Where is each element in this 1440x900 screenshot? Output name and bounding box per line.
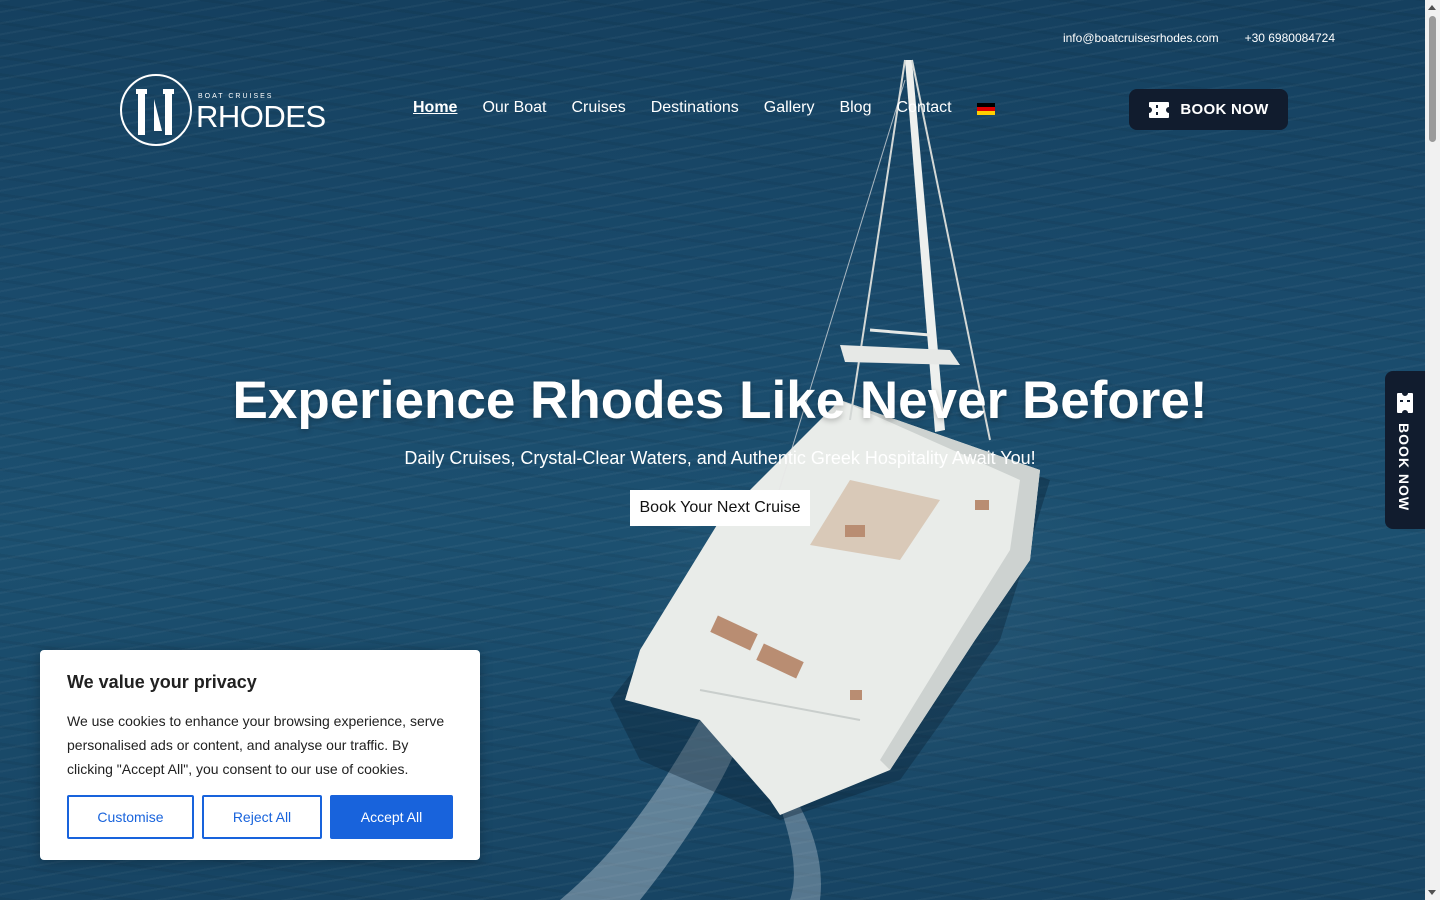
german-flag-icon[interactable] <box>976 103 995 115</box>
reject-all-button[interactable]: Reject All <box>202 795 322 839</box>
cookie-consent-banner: We value your privacy We use cookies to … <box>40 650 480 860</box>
nav-blog[interactable]: Blog <box>839 99 871 117</box>
logo-emblem <box>120 74 192 146</box>
cookie-body: We use cookies to enhance your browsing … <box>67 713 445 777</box>
customise-button[interactable]: Customise <box>67 795 194 839</box>
ticket-icon <box>1397 393 1413 413</box>
ticket-icon <box>1149 101 1170 118</box>
side-book-now-tab[interactable]: BOOK NOW <box>1385 371 1425 529</box>
side-book-label: BOOK NOW <box>1396 423 1412 512</box>
hero-title: Experience Rhodes Like Never Before! <box>232 371 1208 430</box>
phone-link[interactable]: +30 6980084724 <box>1245 31 1335 45</box>
cookie-actions: Customise Reject All Accept All <box>67 795 453 839</box>
book-cruise-button[interactable]: Book Your Next Cruise <box>630 490 810 526</box>
scroll-down-arrow-icon[interactable] <box>1428 890 1436 895</box>
cookie-title: We value your privacy <box>67 672 257 692</box>
scroll-thumb[interactable] <box>1429 16 1436 142</box>
site-logo[interactable]: BOAT CRUISES RHODES <box>120 74 326 146</box>
nav-contact[interactable]: Contact <box>896 99 951 117</box>
accept-all-button[interactable]: Accept All <box>330 795 453 839</box>
book-now-label: BOOK NOW <box>1180 101 1269 118</box>
scroll-up-arrow-icon[interactable] <box>1428 5 1436 10</box>
nav-home[interactable]: Home <box>413 99 457 117</box>
book-now-button[interactable]: BOOK NOW <box>1129 89 1288 130</box>
nav-cruises[interactable]: Cruises <box>571 99 625 117</box>
main-nav: Home Our Boat Cruises Destinations Galle… <box>413 99 995 117</box>
contact-bar: info@boatcruisesrhodes.com +30 698008472… <box>1063 31 1335 45</box>
hero-subtitle: Daily Cruises, Crystal-Clear Waters, and… <box>404 448 1036 468</box>
nav-our-boat[interactable]: Our Boat <box>482 99 546 117</box>
logo-wordmark: RHODES <box>196 99 326 134</box>
nav-destinations[interactable]: Destinations <box>651 99 739 117</box>
email-link[interactable]: info@boatcruisesrhodes.com <box>1063 31 1219 45</box>
nav-gallery[interactable]: Gallery <box>764 99 815 117</box>
page-scrollbar[interactable] <box>1425 0 1440 900</box>
